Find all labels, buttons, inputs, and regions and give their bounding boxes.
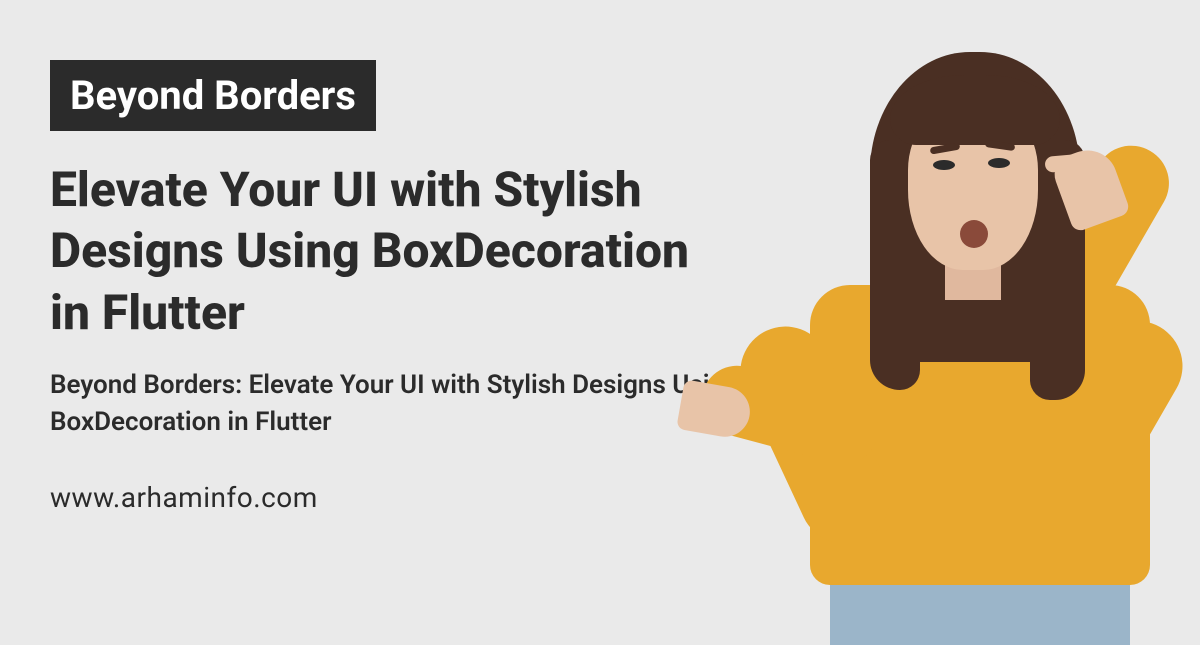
category-badge: Beyond Borders [50,60,376,131]
sub-heading: Beyond Borders: Elevate Your UI with Sty… [50,367,740,441]
text-section: Beyond Borders Elevate Your UI with Styl… [0,0,740,630]
hair-front [890,75,1060,145]
person-illustration [750,40,1190,630]
banner-container: Beyond Borders Elevate Your UI with Styl… [0,0,1200,630]
image-section [740,0,1200,630]
eye-left [933,160,955,170]
mouth [960,220,988,248]
eye-right [988,158,1010,168]
website-url: www.arhaminfo.com [50,481,740,514]
main-heading: Elevate Your UI with Stylish Designs Usi… [50,159,740,343]
